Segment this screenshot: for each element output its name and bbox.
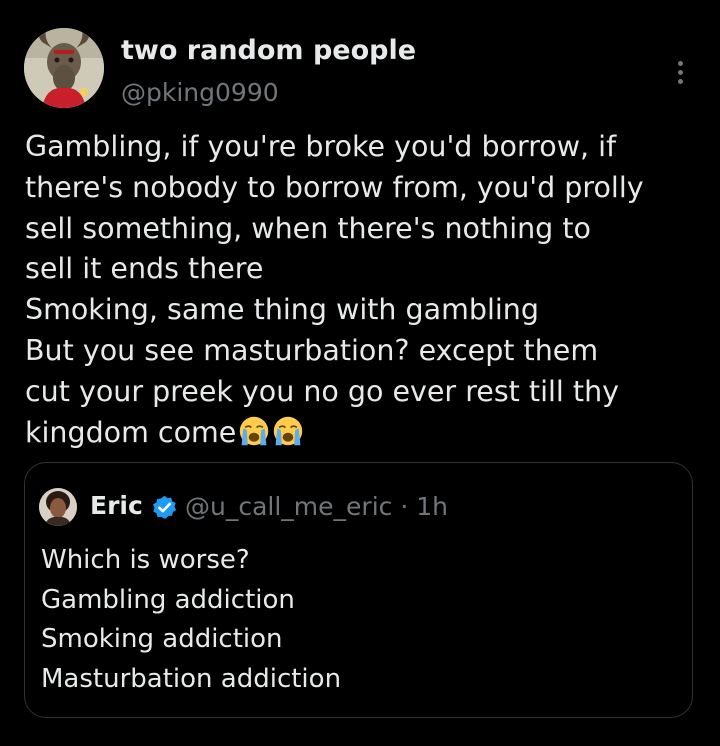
author-display-name[interactable]: two random people bbox=[121, 35, 416, 66]
author-avatar[interactable] bbox=[24, 28, 104, 108]
quoted-text-line: Which is worse? bbox=[41, 545, 250, 575]
quoted-author-handle-time[interactable]: @u_call_me_eric · 1h bbox=[185, 492, 448, 521]
quoted-author-avatar[interactable] bbox=[39, 488, 77, 526]
tweet-text-line: cut your preek you no go ever rest till … bbox=[25, 374, 620, 408]
more-options-icon-dot bbox=[677, 78, 683, 84]
tweet-text-line: there's nobody to borrow from, you'd pro… bbox=[25, 170, 644, 204]
author-handle[interactable]: @pking0990 bbox=[121, 78, 279, 107]
quoted-text-line: Smoking addiction bbox=[41, 624, 283, 654]
verified-badge-icon bbox=[153, 495, 177, 519]
quoted-author-name[interactable]: Eric bbox=[90, 491, 143, 520]
profile-photo-icon bbox=[39, 488, 77, 526]
tweet-text-line: sell something, when there's nothing to bbox=[25, 211, 591, 245]
tweet-text-last-line: kingdom come bbox=[25, 413, 709, 454]
goat-avatar-icon bbox=[24, 28, 104, 108]
tweet-text-line: Smoking, same thing with gambling bbox=[25, 293, 539, 327]
more-options-icon bbox=[677, 60, 683, 66]
more-options-icon-dot bbox=[677, 69, 683, 75]
quoted-text-line: Gambling addiction bbox=[41, 584, 295, 615]
tweet-text-line: But you see masturbation? except them bbox=[25, 333, 599, 367]
quoted-tweet-text: Which is worse? Gambling addiction Smoki… bbox=[41, 541, 341, 699]
tweet-text-line: kingdom come bbox=[25, 415, 237, 449]
quoted-tweet-card[interactable]: Eric @u_call_me_eric · 1h Which is worse… bbox=[24, 462, 693, 718]
tweet-text: Gambling, if you're broke you'd borrow, … bbox=[25, 127, 709, 453]
tweet-text-line: sell it ends there bbox=[25, 252, 264, 286]
loudly-crying-face-icon bbox=[274, 416, 303, 445]
loudly-crying-face-icon bbox=[240, 416, 269, 445]
tweet-text-line: Gambling, if you're broke you'd borrow, … bbox=[25, 130, 617, 163]
more-options-button[interactable] bbox=[664, 52, 696, 92]
quoted-text-line: Masturbation addiction bbox=[41, 663, 342, 694]
